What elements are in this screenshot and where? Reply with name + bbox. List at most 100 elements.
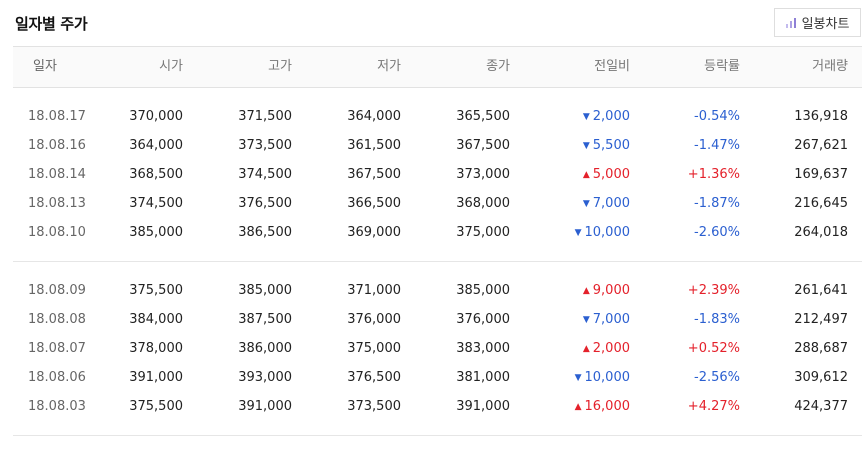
triangle-down-icon: ▼ (582, 141, 590, 151)
open-cell: 378,000 (129, 341, 183, 356)
change-cell: ▲ 16,000 (540, 392, 630, 422)
rate-cell: -2.60% (694, 225, 740, 240)
table-row: 18.08.09 375,500 385,000 371,000 385,000 ▲ 9,0… (13, 276, 862, 305)
daily-chart-button-label: 일봉차트 (801, 17, 850, 32)
row-group: 18.08.09 375,500 385,000 371,000 385,000 ▲ 9,0… (13, 262, 862, 435)
change-value: 10,000 (584, 225, 631, 240)
volume-cell: 136,918 (794, 109, 848, 124)
triangle-down-icon: ▼ (582, 199, 590, 209)
rate-cell: +1.36% (687, 167, 740, 182)
table-row: 18.08.07 378,000 386,000 375,000 383,000 ▲ 2,0… (13, 334, 862, 363)
low-cell: 376,000 (347, 312, 401, 327)
triangle-down-icon: ▼ (582, 315, 590, 325)
daily-chart-button[interactable]: 일봉차트 (774, 8, 861, 37)
date-cell: 18.08.03 (28, 399, 86, 414)
date-cell: 18.08.08 (28, 312, 86, 327)
table-body: 18.08.17 370,000 371,500 364,000 365,500 ▼ 2,0… (13, 88, 862, 436)
change-value: 5,500 (592, 138, 630, 153)
volume-cell: 424,377 (794, 399, 848, 414)
date-cell: 18.08.17 (28, 109, 86, 124)
bar-chart-icon (785, 17, 796, 28)
date-cell: 18.08.13 (28, 196, 86, 211)
change-cell: ▲ 2,000 (540, 334, 630, 364)
volume-cell: 212,497 (794, 312, 848, 327)
high-cell: 385,000 (238, 283, 292, 298)
date-cell: 18.08.10 (28, 225, 86, 240)
volume-cell: 264,018 (794, 225, 848, 240)
volume-cell: 267,621 (794, 138, 848, 153)
change-cell: ▼ 10,000 (540, 363, 630, 393)
change-cell: ▲ 9,000 (540, 276, 630, 306)
rate-cell: +0.52% (687, 341, 740, 356)
high-cell: 391,000 (238, 399, 292, 414)
triangle-up-icon: ▲ (582, 344, 590, 354)
high-cell: 374,500 (238, 167, 292, 182)
close-cell: 391,000 (456, 399, 510, 414)
high-cell: 387,500 (238, 312, 292, 327)
open-cell: 368,500 (129, 167, 183, 182)
low-cell: 369,000 (347, 225, 401, 240)
row-divider (13, 435, 862, 436)
date-cell: 18.08.06 (28, 370, 86, 385)
low-cell: 364,000 (347, 109, 401, 124)
change-cell: ▲ 5,000 (540, 160, 630, 190)
close-cell: 365,500 (456, 109, 510, 124)
table-row: 18.08.03 375,500 391,000 373,500 391,000 ▲ 16,… (13, 392, 862, 421)
open-cell: 385,000 (129, 225, 183, 240)
rate-cell: -1.87% (694, 196, 740, 211)
low-cell: 361,500 (347, 138, 401, 153)
header-low[interactable]: 저가 (321, 47, 401, 87)
header-rate[interactable]: 등락률 (650, 47, 740, 87)
change-cell: ▼ 7,000 (540, 305, 630, 335)
date-cell: 18.08.14 (28, 167, 86, 182)
triangle-down-icon: ▼ (574, 373, 582, 383)
high-cell: 393,000 (238, 370, 292, 385)
open-cell: 375,500 (129, 283, 183, 298)
low-cell: 366,500 (347, 196, 401, 211)
volume-cell: 309,612 (794, 370, 848, 385)
rate-cell: +4.27% (687, 399, 740, 414)
volume-cell: 169,637 (794, 167, 848, 182)
open-cell: 370,000 (129, 109, 183, 124)
change-cell: ▼ 10,000 (540, 218, 630, 248)
table-row: 18.08.17 370,000 371,500 364,000 365,500 ▼ 2,0… (13, 102, 862, 131)
table-row: 18.08.14 368,500 374,500 367,500 373,000 ▲ 5,0… (13, 160, 862, 189)
high-cell: 386,000 (238, 341, 292, 356)
row-group: 18.08.17 370,000 371,500 364,000 365,500 ▼ 2,0… (13, 88, 862, 261)
table-row: 18.08.13 374,500 376,500 366,500 368,000 ▼ 7,0… (13, 189, 862, 218)
open-cell: 391,000 (129, 370, 183, 385)
header-date[interactable]: 일자 (33, 47, 73, 87)
high-cell: 376,500 (238, 196, 292, 211)
header-volume[interactable]: 거래량 (758, 47, 848, 87)
change-cell: ▼ 2,000 (540, 102, 630, 132)
header-change[interactable]: 전일비 (540, 47, 630, 87)
triangle-up-icon: ▲ (582, 170, 590, 180)
close-cell: 381,000 (456, 370, 510, 385)
date-cell: 18.08.09 (28, 283, 86, 298)
header-close[interactable]: 종가 (430, 47, 510, 87)
close-cell: 383,000 (456, 341, 510, 356)
open-cell: 364,000 (129, 138, 183, 153)
volume-cell: 216,645 (794, 196, 848, 211)
open-cell: 384,000 (129, 312, 183, 327)
change-value: 5,000 (592, 167, 630, 182)
header-open[interactable]: 시가 (103, 47, 183, 87)
table-header: 일자 시가 고가 저가 종가 전일비 등락률 거래량 (13, 46, 862, 88)
date-cell: 18.08.07 (28, 341, 86, 356)
volume-cell: 288,687 (794, 341, 848, 356)
table-row: 18.08.06 391,000 393,000 376,500 381,000 ▼ 10,… (13, 363, 862, 392)
change-value: 7,000 (592, 196, 630, 211)
header-high[interactable]: 고가 (212, 47, 292, 87)
low-cell: 371,000 (347, 283, 401, 298)
rate-cell: -2.56% (694, 370, 740, 385)
low-cell: 375,000 (347, 341, 401, 356)
daily-price-table: 일자 시가 고가 저가 종가 전일비 등락률 거래량 18.08.17 370,0… (13, 46, 862, 436)
low-cell: 367,500 (347, 167, 401, 182)
rate-cell: -0.54% (694, 109, 740, 124)
triangle-down-icon: ▼ (574, 228, 582, 238)
change-value: 7,000 (592, 312, 630, 327)
high-cell: 386,500 (238, 225, 292, 240)
table-row: 18.08.08 384,000 387,500 376,000 376,000 ▼ 7,0… (13, 305, 862, 334)
high-cell: 373,500 (238, 138, 292, 153)
rate-cell: -1.83% (694, 312, 740, 327)
